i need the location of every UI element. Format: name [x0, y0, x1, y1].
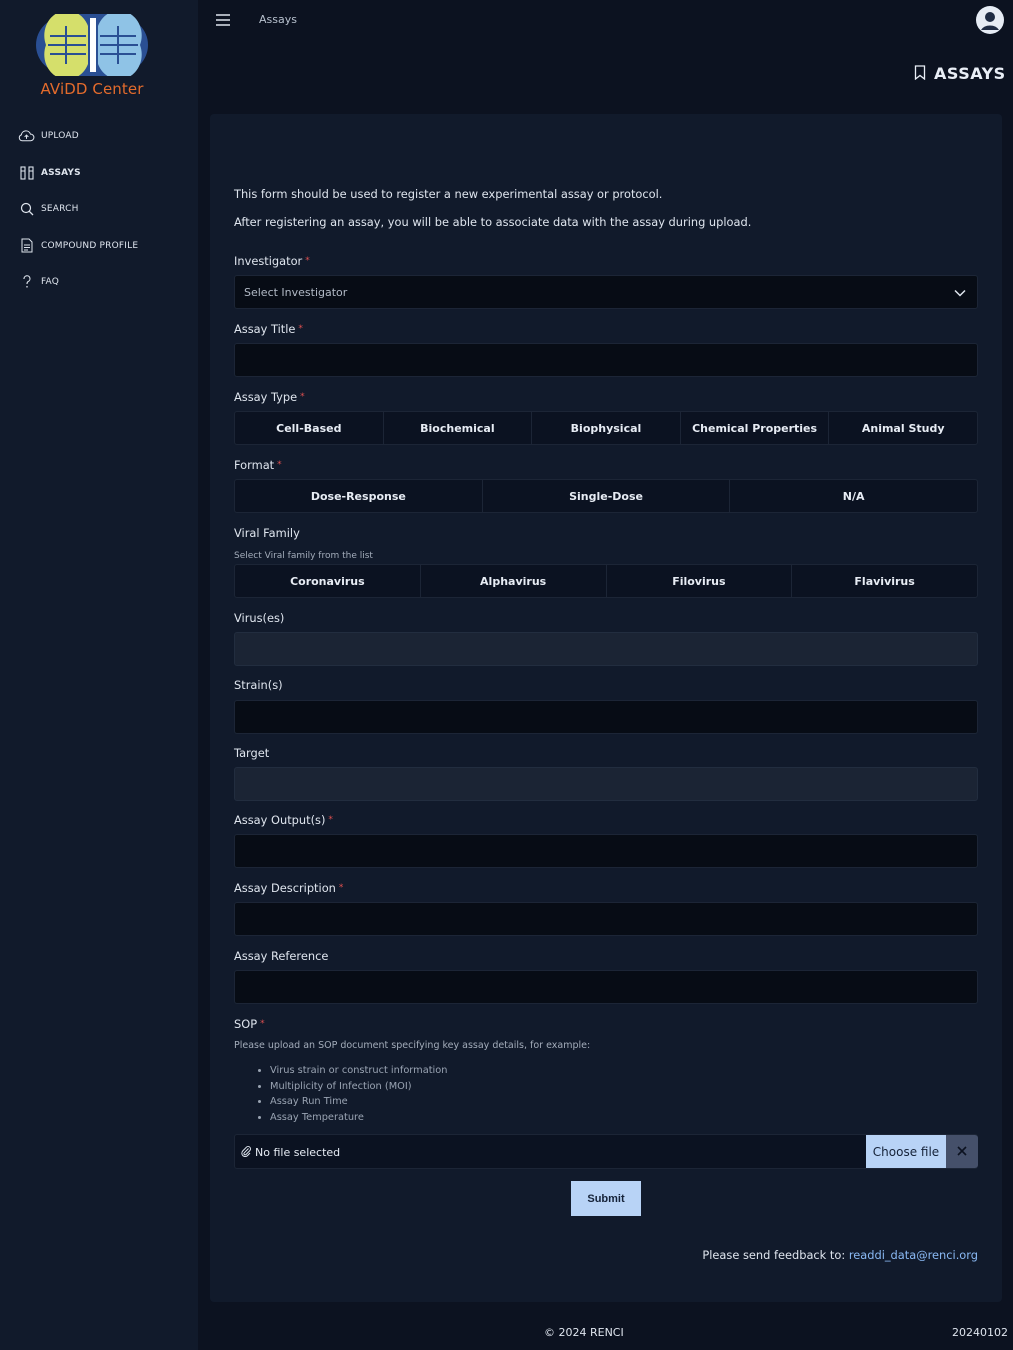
question-icon: [18, 274, 35, 291]
footer-copyright: © 2024 RENCI: [544, 1326, 624, 1339]
assay-type-option[interactable]: Chemical Properties: [681, 412, 830, 444]
page-title-text: ASSAYS: [934, 64, 1006, 83]
assay-reference-label: Assay Reference: [234, 949, 329, 963]
assay-type-option[interactable]: Animal Study: [829, 412, 977, 444]
sop-label: SOP *: [234, 1017, 265, 1031]
sidebar-item-label: SEARCH: [41, 204, 79, 215]
hamburger-menu-icon[interactable]: [215, 13, 231, 27]
viruses-label: Virus(es): [234, 611, 285, 625]
list-item: Virus strain or construct information: [270, 1063, 447, 1079]
cloud-upload-icon: [18, 128, 35, 145]
intro-text-2: After registering an assay, you will be …: [234, 215, 752, 229]
format-option[interactable]: N/A: [730, 480, 977, 512]
columns-icon: [18, 164, 35, 181]
sidebar-item-label: FAQ: [41, 277, 60, 288]
list-item: Assay Run Time: [270, 1094, 447, 1110]
assay-type-options: Cell-Based Biochemical Biophysical Chemi…: [234, 411, 978, 445]
page-title: ASSAYS: [914, 64, 1006, 83]
sidebar-item-label: UPLOAD: [41, 131, 79, 142]
brand-name: AViDD Center: [40, 80, 144, 98]
viruses-input[interactable]: [234, 632, 978, 666]
file-status-text: No file selected: [255, 1146, 341, 1159]
paperclip-icon: [241, 1145, 251, 1160]
viral-family-hint: Select Viral family from the list: [234, 551, 373, 561]
sidebar-item-assays[interactable]: ASSAYS: [18, 155, 188, 192]
assay-description-input[interactable]: [234, 902, 978, 936]
sidebar-item-upload[interactable]: UPLOAD: [18, 118, 188, 155]
viral-family-option[interactable]: Flavivirus: [792, 565, 977, 597]
close-icon: [957, 1145, 967, 1159]
list-item: Assay Temperature: [270, 1110, 447, 1126]
investigator-placeholder: Select Investigator: [244, 286, 348, 299]
sidebar-item-compound-profile[interactable]: COMPOUND PROFILE: [18, 228, 188, 265]
sidebar-nav: UPLOAD ASSAYS SEARCH COMPOUND PROFILE FA…: [18, 118, 188, 301]
footer-version: 20240102: [952, 1326, 1008, 1339]
assay-outputs-label: Assay Output(s) *: [234, 813, 333, 827]
sop-file-input[interactable]: No file selected Choose file: [234, 1134, 978, 1169]
intro-text-1: This form should be used to register a n…: [234, 187, 663, 201]
investigator-select[interactable]: Select Investigator: [234, 275, 978, 309]
user-avatar-icon[interactable]: [976, 6, 1004, 34]
assay-reference-input[interactable]: [234, 970, 978, 1004]
assay-type-option[interactable]: Cell-Based: [235, 412, 384, 444]
assay-form-card: This form should be used to register a n…: [210, 114, 1002, 1302]
assay-type-option[interactable]: Biophysical: [532, 412, 681, 444]
topbar: Assays: [198, 0, 1013, 40]
sidebar: AViDD Center UPLOAD ASSAYS SEARCH COMPOU…: [0, 0, 198, 1350]
feedback-text: Please send feedback to:: [702, 1248, 846, 1262]
bookmark-icon: [914, 64, 926, 83]
strains-label: Strain(s): [234, 678, 283, 692]
assay-title-input[interactable]: [234, 343, 978, 377]
brand-logo[interactable]: [36, 10, 148, 80]
breadcrumb[interactable]: Assays: [259, 13, 297, 26]
sidebar-item-label: COMPOUND PROFILE: [41, 240, 139, 251]
format-label: Format *: [234, 458, 282, 472]
format-option[interactable]: Single-Dose: [483, 480, 731, 512]
sop-example-list: Virus strain or construct information Mu…: [252, 1063, 447, 1125]
document-icon: [18, 237, 35, 254]
viral-family-option[interactable]: Alphavirus: [421, 565, 607, 597]
assay-outputs-input[interactable]: [234, 834, 978, 868]
list-item: Multiplicity of Infection (MOI): [270, 1079, 447, 1095]
clear-file-button[interactable]: [946, 1135, 978, 1168]
viral-family-options: Coronavirus Alphavirus Filovirus Flavivi…: [234, 564, 978, 598]
viral-family-option[interactable]: Filovirus: [607, 565, 793, 597]
feedback-email-link[interactable]: readdi_data@renci.org: [849, 1248, 978, 1262]
investigator-label: Investigator *: [234, 254, 310, 268]
choose-file-button[interactable]: Choose file: [866, 1135, 946, 1168]
assay-title-label: Assay Title *: [234, 322, 303, 336]
viral-family-option[interactable]: Coronavirus: [235, 565, 421, 597]
assay-type-option[interactable]: Biochemical: [384, 412, 533, 444]
sidebar-item-faq[interactable]: FAQ: [18, 264, 188, 301]
sop-hint: Please upload an SOP document specifying…: [234, 1040, 591, 1051]
format-option[interactable]: Dose-Response: [235, 480, 483, 512]
feedback-line: Please send feedback to: readdi_data@ren…: [702, 1248, 978, 1262]
sidebar-item-label: ASSAYS: [41, 167, 81, 178]
strains-input[interactable]: [234, 700, 978, 734]
sidebar-item-search[interactable]: SEARCH: [18, 191, 188, 228]
target-input[interactable]: [234, 767, 978, 801]
viral-family-label: Viral Family: [234, 526, 300, 540]
file-status: No file selected: [241, 1145, 340, 1160]
assay-type-label: Assay Type *: [234, 390, 305, 404]
chevron-down-icon: [953, 286, 967, 300]
search-icon: [18, 201, 35, 218]
assay-description-label: Assay Description *: [234, 881, 344, 895]
format-options: Dose-Response Single-Dose N/A: [234, 479, 978, 513]
target-label: Target: [234, 746, 270, 760]
submit-button[interactable]: Submit: [571, 1181, 641, 1216]
